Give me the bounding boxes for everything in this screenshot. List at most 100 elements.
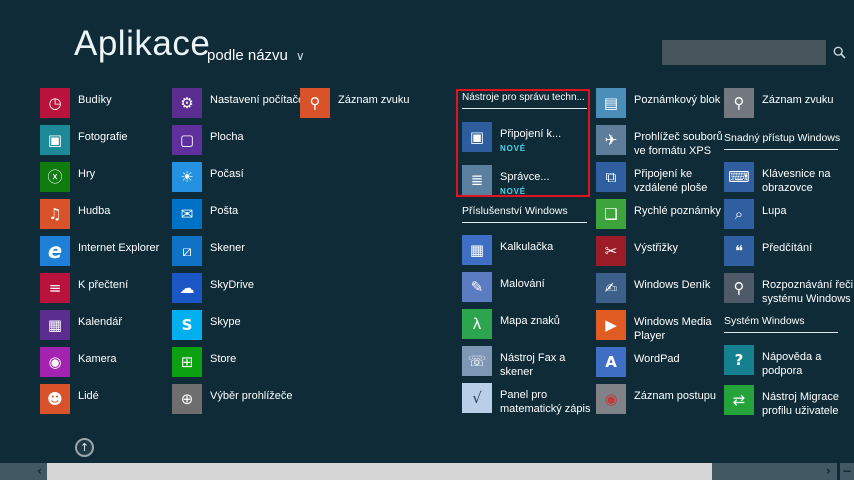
app-character-map[interactable]: λMapa znaků: [462, 309, 560, 339]
app-profile-migration[interactable]: ⇄Nástroj Migraceprofilu uživatele: [724, 385, 839, 418]
app-weather[interactable]: ☀Počasí: [172, 162, 244, 192]
app-games[interactable]: ⓧHry: [40, 162, 95, 192]
weather-icon: ☀: [180, 170, 193, 185]
app-camera[interactable]: ◉Kamera: [40, 347, 117, 377]
app-label-line: Předčítání: [762, 242, 812, 254]
app-on-screen-keyboard[interactable]: ⌨ Klávesnice naobrazovce: [724, 162, 831, 195]
app-label-line: Malování: [500, 278, 545, 290]
internet-explorer-icon: e: [40, 236, 70, 266]
app-network-connection[interactable]: ▣Připojení k...NOVÉ: [462, 122, 561, 153]
app-label-line: Windows Deník: [634, 279, 710, 291]
app-skydrive[interactable]: ☁SkyDrive: [172, 273, 254, 303]
paint-icon: ✎: [462, 272, 492, 302]
app-label: Skype: [210, 310, 241, 330]
help-support-icon: ?: [735, 353, 744, 368]
music-icon: ♫: [48, 207, 61, 222]
narrator-icon: ❝: [735, 244, 743, 259]
app-label: Nastavení počítače: [210, 88, 304, 108]
notepad-icon: ▤: [604, 96, 618, 111]
app-alarm-clock[interactable]: ◷Budíky: [40, 88, 112, 118]
camera-icon: ◉: [40, 347, 70, 377]
app-pc-settings[interactable]: ⚙Nastavení počítače: [172, 88, 304, 118]
app-desktop[interactable]: ▢Plocha: [172, 125, 244, 155]
app-photos[interactable]: ▣ Fotografie: [40, 125, 128, 155]
app-label-line: Skype: [210, 316, 241, 328]
app-label-line: ve formátu XPS: [634, 145, 723, 158]
semantic-zoom-out-button[interactable]: −: [837, 463, 854, 480]
app-label-line: profilu uživatele: [762, 405, 839, 418]
app-label: Prohlížeč souborůve formátu XPS: [634, 125, 723, 158]
app-speech-recognition[interactable]: ⚲Rozpoznávání řečisystému Windows: [724, 273, 853, 306]
app-narrator[interactable]: ❝ Předčítání: [724, 236, 812, 266]
app-scanner[interactable]: ⧄Skener: [172, 236, 245, 266]
app-label: Klávesnice naobrazovce: [762, 162, 831, 195]
alarm-clock-icon: ◷: [40, 88, 70, 118]
app-skype[interactable]: SSkype: [172, 310, 241, 340]
app-label-line: vzdálené ploše: [634, 182, 707, 195]
app-label: SkyDrive: [210, 273, 254, 293]
app-label-line: K přečtení: [78, 279, 128, 291]
app-label: Nástroj Migraceprofilu uživatele: [762, 385, 839, 418]
app-mail[interactable]: ✉Pošta: [172, 199, 238, 229]
scrollbar-thumb[interactable]: [47, 463, 712, 480]
app-label: Rozpoznávání řečisystému Windows: [762, 273, 853, 306]
sound-recorder-desktop-icon: ⚲: [724, 88, 754, 118]
app-label-line: Připojení k...: [500, 128, 561, 140]
app-label: Nápověda apodpora: [762, 345, 821, 378]
app-help-support[interactable]: ? Nápověda apodpora: [724, 345, 821, 378]
magnifier-icon: ⌕: [724, 199, 754, 229]
app-notepad[interactable]: ▤Poznámkový blok: [596, 88, 720, 118]
app-label: Kalkulačka: [500, 235, 553, 255]
internet-explorer-icon: e: [48, 241, 62, 262]
app-math-input[interactable]: √Panel promatematický zápis: [462, 383, 590, 416]
music-icon: ♫: [40, 199, 70, 229]
on-screen-keyboard-icon: ⌨: [724, 162, 754, 192]
app-magnifier[interactable]: ⌕Lupa: [724, 199, 786, 229]
mail-icon: ✉: [181, 207, 194, 222]
character-map-icon: λ: [473, 317, 482, 332]
app-store[interactable]: ⊞Store: [172, 347, 236, 377]
scrollbar-left-arrow[interactable]: ‹: [0, 463, 47, 480]
manager-icon: ≣: [462, 165, 492, 195]
app-fax-scan[interactable]: ☏Nástroj Fax askener: [462, 346, 565, 379]
app-manager[interactable]: ≣Správce...NOVÉ: [462, 165, 550, 196]
scrollbar-right-arrow[interactable]: ›: [712, 463, 837, 480]
app-snipping-tool[interactable]: ✂Výstřižky: [596, 236, 678, 266]
app-label-line: Záznam zvuku: [762, 94, 834, 106]
store-icon: ⊞: [172, 347, 202, 377]
app-remote-desktop[interactable]: ⧉Připojení kevzdálené ploše: [596, 162, 707, 195]
app-media-player[interactable]: ▶Windows MediaPlayer: [596, 310, 712, 343]
sound-recorder-icon: ⚲: [310, 96, 321, 111]
app-sound-recorder-desktop[interactable]: ⚲ Záznam zvuku: [724, 88, 834, 118]
app-calendar[interactable]: ▦Kalendář: [40, 310, 122, 340]
minus-icon: −: [842, 464, 852, 478]
scroll-to-top-button[interactable]: ↑: [75, 438, 94, 457]
app-xps-viewer[interactable]: ✈Prohlížeč souborůve formátu XPS: [596, 125, 723, 158]
app-label-line: Internet Explorer: [78, 242, 159, 254]
app-music[interactable]: ♫Hudba: [40, 199, 110, 229]
app-label-line: WordPad: [634, 353, 680, 365]
app-label-line: Správce...: [500, 171, 550, 183]
app-internet-explorer[interactable]: e Internet Explorer: [40, 236, 159, 266]
app-calculator[interactable]: ▦Kalkulačka: [462, 235, 553, 265]
app-paint[interactable]: ✎ Malování: [462, 272, 545, 302]
steps-recorder-icon: ◉: [604, 392, 617, 407]
photos-icon: ▣: [48, 133, 62, 148]
app-people[interactable]: ☻Lidé: [40, 384, 99, 414]
app-label: Fotografie: [78, 125, 128, 145]
app-journal[interactable]: ✍Windows Deník: [596, 273, 710, 303]
remote-desktop-icon: ⧉: [596, 162, 626, 192]
app-sticky-notes[interactable]: ❑Rychlé poznámky: [596, 199, 721, 229]
reading-list-icon: ≡: [49, 281, 62, 296]
character-map-icon: λ: [462, 309, 492, 339]
app-steps-recorder[interactable]: ◉Záznam postupu: [596, 384, 716, 414]
network-connection-icon: ▣: [462, 122, 492, 152]
app-browser-choice[interactable]: ⊕Výběr prohlížeče: [172, 384, 293, 414]
app-reading-list[interactable]: ≡ K přečtení: [40, 273, 128, 303]
app-label-line: podpora: [762, 365, 821, 378]
app-label-line: Hry: [78, 168, 95, 180]
column-5: ▤Poznámkový blok✈Prohlížeč souborůve for…: [596, 0, 718, 462]
column-6: ⚲Záznam zvukuSnadný přístup Windows⌨Kláv…: [724, 0, 838, 462]
app-sound-recorder[interactable]: ⚲Záznam zvuku: [300, 88, 410, 118]
app-wordpad[interactable]: AWordPad: [596, 347, 680, 377]
